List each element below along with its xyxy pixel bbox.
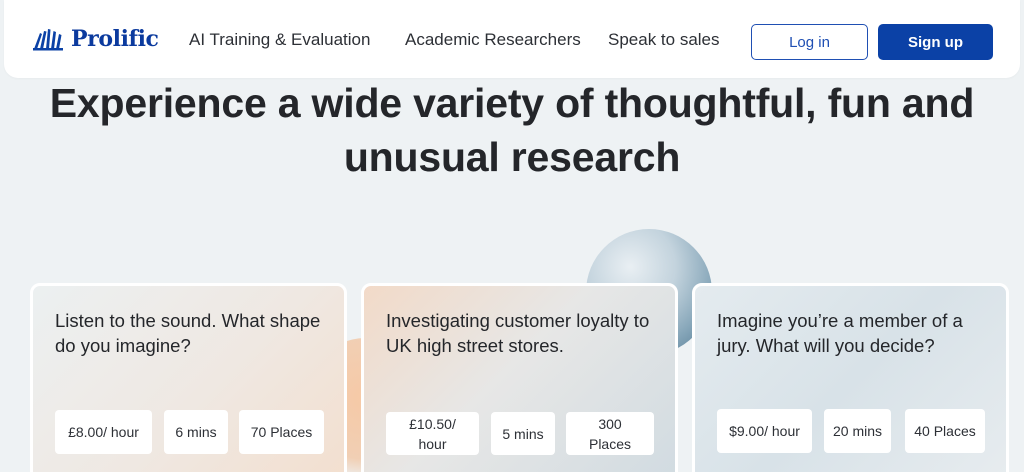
study-card[interactable]: Imagine you’re a member of a jury. What … [692, 283, 1009, 472]
places-line-2: Places [588, 435, 632, 452]
study-title: Imagine you’re a member of a jury. What … [717, 310, 963, 356]
study-title: Listen to the sound. What shape do you i… [55, 310, 321, 356]
study-card[interactable]: Listen to the sound. What shape do you i… [30, 283, 347, 472]
pay-rate-tag: £8.00/ hour [55, 410, 152, 454]
duration-tag: 5 mins [491, 412, 555, 455]
logo-text: Prolific [71, 26, 159, 52]
duration-tag: 6 mins [164, 410, 228, 454]
pay-rate-line-1: £10.50/ [409, 415, 456, 432]
places-line-1: 300 [598, 415, 622, 432]
pay-rate-tag: £10.50/ hour [386, 412, 479, 455]
site-header: Prolific AI Training & Evaluation Academ… [4, 0, 1020, 78]
duration-tag: 20 mins [824, 409, 891, 453]
nav-academic-researchers[interactable]: Academic Researchers [405, 30, 581, 50]
hero-heading-line-2: unusual research [343, 134, 681, 180]
pay-rate-line-2: hour [418, 435, 447, 452]
pay-rate-tag: $9.00/ hour [717, 409, 812, 453]
hero-heading-line-1: Experience a wide variety of thoughtful,… [49, 80, 975, 126]
nav-ai-training[interactable]: AI Training & Evaluation [189, 30, 370, 50]
study-title: Investigating customer loyalty to UK hig… [386, 310, 650, 356]
prolific-logo-icon [33, 29, 63, 51]
page: Prolific AI Training & Evaluation Academ… [0, 0, 1024, 472]
login-button[interactable]: Log in [751, 24, 868, 60]
nav-speak-to-sales[interactable]: Speak to sales [608, 30, 720, 50]
places-tag: 40 Places [905, 409, 985, 453]
prolific-logo[interactable]: Prolific [32, 26, 159, 52]
signup-button[interactable]: Sign up [878, 24, 993, 60]
places-tag: 70 Places [239, 410, 324, 454]
places-tag: 300 Places [566, 412, 654, 455]
study-card[interactable]: Investigating customer loyalty to UK hig… [361, 283, 678, 472]
hero-heading: Experience a wide variety of thoughtful,… [0, 76, 1024, 184]
